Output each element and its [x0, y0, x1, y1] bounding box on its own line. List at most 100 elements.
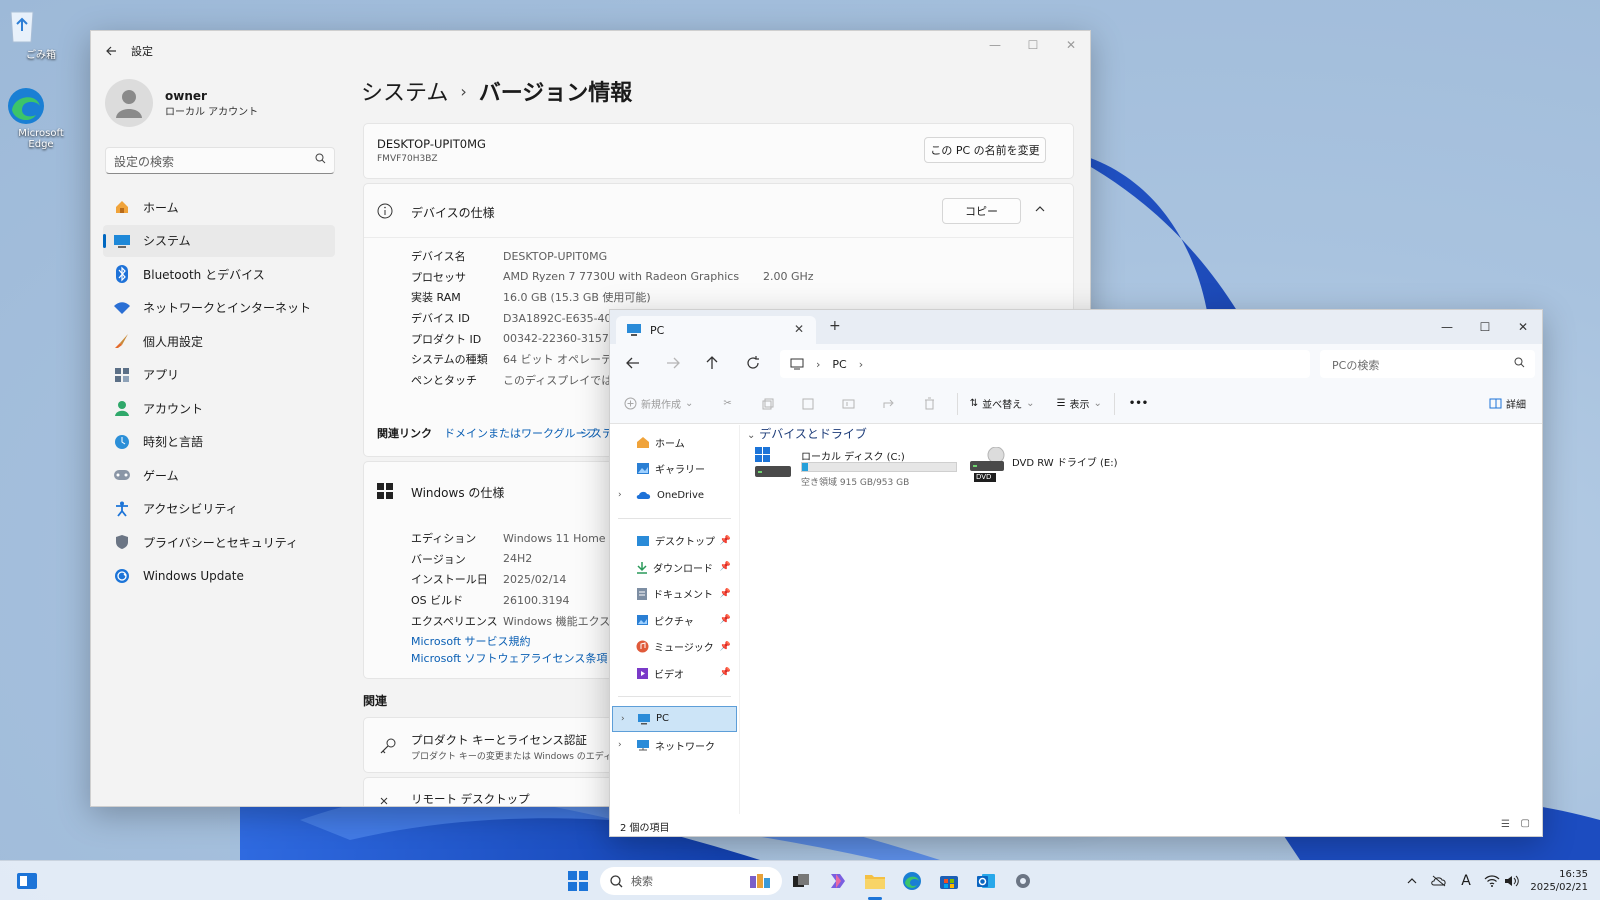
chevron-up-icon[interactable] — [1034, 204, 1046, 214]
delete-icon[interactable] — [924, 397, 935, 410]
ime-indicator[interactable]: A — [1455, 870, 1477, 892]
user-profile[interactable]: owner ローカル アカウント — [105, 79, 258, 127]
chevron-right-icon[interactable]: › — [621, 714, 625, 724]
nav-gallery[interactable]: ギャラリー — [610, 456, 739, 483]
settings-gear-icon[interactable] — [1012, 870, 1034, 892]
devices-group-header[interactable]: ⌄ デバイスとドライブ — [747, 425, 867, 442]
drive-e[interactable]: DVD DVD RW ドライブ (E:) — [970, 447, 1130, 483]
details-pane-button[interactable]: 詳細 — [1489, 396, 1526, 411]
desktop-recycle-bin[interactable]: ごみ箱 — [6, 8, 76, 61]
nav-item-privacy[interactable]: プライバシーとセキュリティ — [103, 526, 335, 558]
rename-icon[interactable] — [842, 398, 855, 410]
details-view-icon[interactable]: ☰ — [1501, 819, 1510, 830]
nav-home[interactable]: ホーム — [610, 429, 739, 456]
share-icon[interactable] — [883, 398, 896, 410]
up-arrow-icon[interactable] — [706, 356, 718, 370]
nav-network[interactable]: › ネットワーク — [610, 732, 739, 759]
nav-documents[interactable]: ドキュメント 📌 — [610, 581, 739, 608]
address-input[interactable]: › PC › — [780, 350, 1310, 378]
nav-desktop[interactable]: デスクトップ 📌 — [610, 528, 739, 555]
breadcrumb-parent[interactable]: システム — [361, 75, 448, 107]
close-tab-icon[interactable]: ✕ — [794, 322, 804, 336]
nav-item-accessibility[interactable]: アクセシビリティ — [103, 493, 335, 525]
sort-button[interactable]: ⇅ 並べ替え ⌄ — [970, 396, 1035, 411]
pin-icon[interactable]: 📌 — [720, 589, 731, 599]
pin-icon[interactable]: 📌 — [720, 642, 731, 652]
address-crumb[interactable]: PC — [832, 358, 846, 371]
outlook-icon[interactable] — [975, 870, 997, 892]
wifi-icon[interactable] — [1481, 870, 1503, 892]
cut-icon[interactable]: ✂ — [723, 398, 731, 409]
nav-pc[interactable]: › PC — [612, 705, 737, 732]
widgets-icon[interactable] — [16, 870, 38, 892]
nav-music[interactable]: ミュージック 📌 — [610, 634, 739, 661]
pin-icon[interactable]: 📌 — [720, 615, 731, 625]
nav-pictures[interactable]: ピクチャ 📌 — [610, 607, 739, 634]
chevron-right-icon[interactable]: › — [618, 490, 622, 500]
chevron-right-icon[interactable]: › — [618, 740, 622, 750]
explorer-search-input[interactable]: PCの検索 — [1320, 350, 1535, 378]
minimize-icon[interactable]: — — [976, 31, 1014, 59]
maximize-icon[interactable]: ☐ — [1466, 313, 1504, 341]
nav-item-network[interactable]: ネットワークとインターネット — [103, 292, 335, 324]
close-icon[interactable]: ✕ — [1504, 313, 1542, 341]
clock[interactable]: 16:35 2025/02/21 — [1530, 868, 1588, 894]
nav-label: デスクトップ — [655, 537, 715, 549]
copilot-icon[interactable] — [827, 870, 849, 892]
edge-icon[interactable] — [901, 870, 923, 892]
nav-item-gaming[interactable]: ゲーム — [103, 459, 335, 491]
pin-icon[interactable]: 📌 — [720, 536, 731, 546]
file-explorer-icon[interactable] — [864, 870, 886, 892]
chevron-up-icon[interactable] — [1401, 870, 1423, 892]
pc-icon — [626, 323, 642, 337]
spec-value: Windows 11 Home — [503, 531, 606, 545]
more-options-button[interactable]: ••• — [1129, 398, 1148, 409]
nav-item-apps[interactable]: アプリ — [103, 359, 335, 391]
drive-c[interactable]: ローカル ディスク (C:) 空き領域 915 GB/953 GB — [755, 447, 960, 488]
address-chevron-icon[interactable]: › — [859, 358, 863, 371]
details-label: 詳細 — [1506, 400, 1526, 411]
nav-item-windows-update[interactable]: Windows Update — [103, 560, 335, 592]
address-chevron-icon[interactable]: › — [816, 358, 820, 371]
accessibility-icon — [113, 500, 131, 518]
tab-pc[interactable]: PC ✕ — [616, 316, 816, 344]
taskbar-search[interactable]: 検索 — [600, 867, 782, 895]
start-icon[interactable] — [567, 870, 589, 892]
close-icon[interactable]: ✕ — [1052, 31, 1090, 59]
task-view-icon[interactable] — [790, 870, 812, 892]
nav-item-time-language[interactable]: 時刻と言語 — [103, 426, 335, 458]
nav-item-personalization[interactable]: 個人用設定 — [103, 325, 335, 357]
nav-onedrive[interactable]: › OneDrive — [610, 482, 739, 509]
back-arrow-icon[interactable] — [626, 357, 640, 369]
onedrive-offline-icon[interactable] — [1428, 870, 1450, 892]
nav-downloads[interactable]: ダウンロード 📌 — [610, 554, 739, 581]
new-button[interactable]: 新規作成 ⌄ — [624, 396, 693, 411]
forward-arrow-icon[interactable] — [666, 357, 680, 369]
copy-icon[interactable] — [762, 398, 774, 410]
nav-videos[interactable]: ビデオ 📌 — [610, 660, 739, 687]
nav-item-home[interactable]: ホーム — [103, 191, 335, 223]
rename-pc-button[interactable]: この PC の名前を変更 — [924, 137, 1046, 163]
nav-item-system[interactable]: システム — [103, 224, 335, 257]
view-button[interactable]: ☰ 表示 ⌄ — [1057, 396, 1102, 411]
nav-item-accounts[interactable]: アカウント — [103, 392, 335, 424]
refresh-icon[interactable] — [746, 356, 760, 370]
desktop-edge[interactable]: Microsoft Edge — [6, 86, 76, 150]
nav-item-bluetooth[interactable]: Bluetooth とデバイス — [103, 258, 335, 290]
domain-workgroup-link[interactable]: ドメインまたはワークグループ — [444, 425, 597, 441]
tiles-view-icon[interactable]: ▢ — [1521, 818, 1530, 829]
new-tab-button[interactable]: + — [829, 318, 841, 334]
pin-icon[interactable]: 📌 — [720, 668, 731, 678]
pin-icon[interactable]: 📌 — [720, 562, 731, 572]
back-arrow-icon[interactable] — [105, 45, 117, 57]
minimize-icon[interactable]: — — [1428, 313, 1466, 341]
device-spec-header[interactable]: デバイスの仕様 コピー — [364, 184, 1073, 238]
store-icon[interactable] — [938, 870, 960, 892]
volume-icon[interactable] — [1501, 870, 1523, 892]
settings-search-input[interactable]: 設定の検索 — [105, 147, 335, 174]
page-title: バージョン情報 — [478, 81, 633, 106]
maximize-icon[interactable]: ☐ — [1014, 31, 1052, 59]
copy-button[interactable]: コピー — [942, 198, 1021, 224]
paste-icon[interactable] — [802, 397, 814, 410]
explorer-tab-bar: PC ✕ + — ☐ ✕ — [610, 310, 1542, 344]
